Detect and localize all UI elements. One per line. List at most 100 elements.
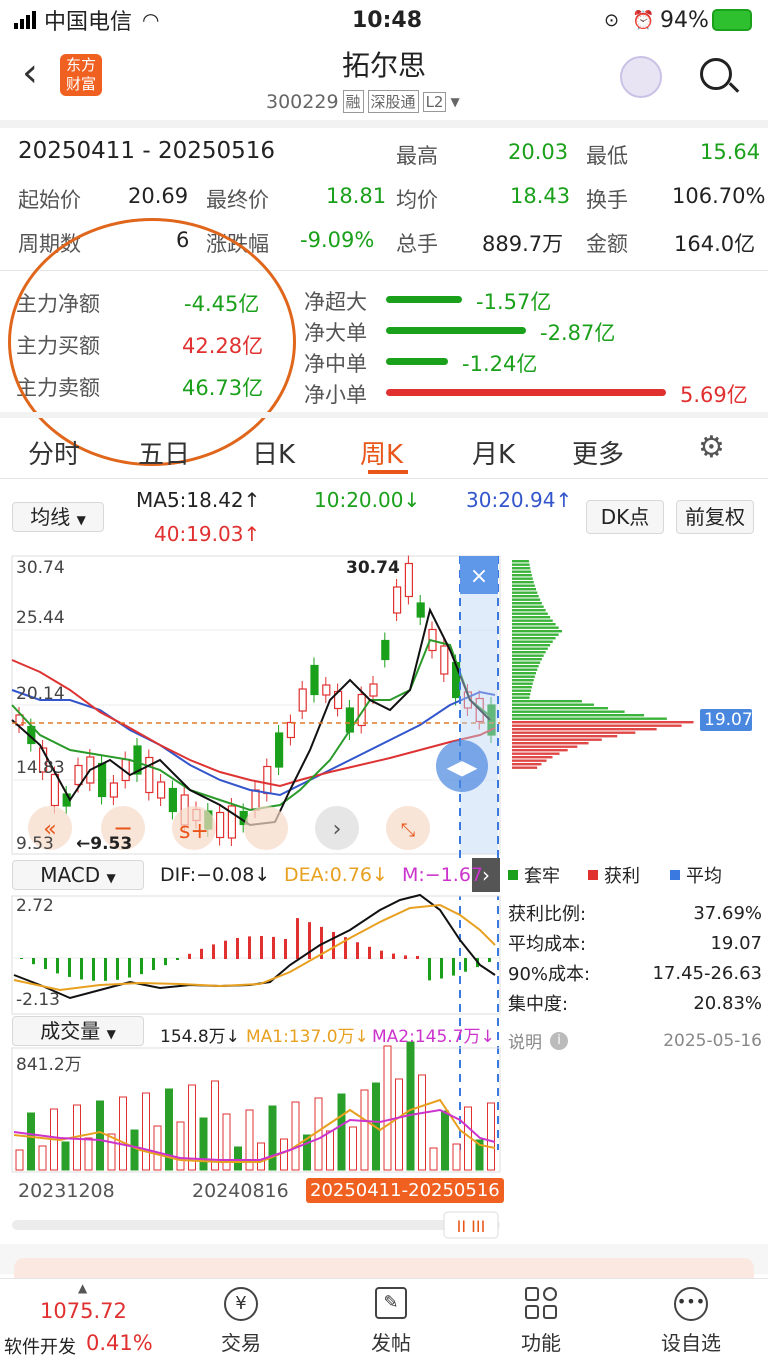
caret-down-icon: ▼: [450, 94, 460, 109]
index-name: 软件开发: [4, 1337, 76, 1358]
macd-bar: [80, 958, 83, 980]
volume-bar: [429, 1147, 438, 1171]
volume-bar: [234, 1146, 242, 1171]
chip-bar: [512, 619, 553, 622]
function-button[interactable]: 功能: [496, 1287, 586, 1356]
tab-day-k[interactable]: 日K: [252, 434, 295, 471]
stock-subtitle[interactable]: 300229 融 深股通 L2 ▼: [266, 90, 460, 113]
chip-bar: [512, 700, 582, 703]
tab-week-k[interactable]: 周K: [360, 434, 403, 471]
chip-bar: [512, 633, 559, 636]
chip-bar: [512, 675, 535, 678]
flow-bar: [386, 327, 526, 334]
macd-bar: [236, 937, 239, 959]
chip-bar: [512, 703, 594, 706]
candle: [381, 632, 390, 668]
settings-gear-icon[interactable]: ⚙: [698, 430, 725, 465]
chip-bar: [512, 693, 531, 696]
volume-bar: [96, 1100, 104, 1171]
post-button[interactable]: ✎ 发帖: [346, 1287, 436, 1356]
tab-five-day[interactable]: 五日: [138, 434, 190, 471]
volume-bar: [326, 1130, 334, 1171]
volume-bar: [257, 1142, 265, 1171]
chip-bar: [512, 658, 542, 661]
chip-bar: [512, 623, 556, 626]
dk-point-button[interactable]: DK点: [586, 500, 664, 534]
chevron-right-icon[interactable]: ›: [482, 863, 490, 887]
macd-m: M:−1.67: [402, 864, 484, 886]
volume-bar: [130, 1129, 139, 1171]
volume-bar: [406, 1041, 415, 1171]
volume-bar: [395, 1078, 403, 1171]
chip-bar: [512, 665, 539, 668]
volume-selector[interactable]: 成交量 ▼: [12, 1016, 144, 1046]
vol-ma2: MA2:145.7万↓: [372, 1027, 495, 1047]
chip-bar: [512, 567, 531, 570]
x-label-2: 20240816: [192, 1180, 289, 1202]
robot-avatar-icon[interactable]: [620, 56, 662, 98]
flow-bar-value: -1.24亿: [462, 352, 538, 376]
tab-more[interactable]: 更多: [572, 434, 624, 471]
x-label-1: 20231208: [18, 1180, 115, 1202]
tab-month-k[interactable]: 月K: [472, 434, 515, 471]
chip-bar: [512, 766, 538, 769]
chip-bar: [512, 728, 657, 731]
chip-bar: [512, 682, 533, 685]
chip-stat-row: 平均成本: 19.07: [508, 932, 762, 956]
index-change: 0.41%: [86, 1331, 153, 1355]
promo-banner[interactable]: [14, 1258, 754, 1280]
cost-tag: 19.07: [704, 710, 753, 730]
close-selection-icon[interactable]: ×: [470, 564, 488, 589]
chip-bar: [512, 672, 536, 675]
min-price-label: ←9.53: [76, 834, 133, 854]
chip-bar: [512, 654, 544, 657]
ma-selector[interactable]: 均线 ▼: [12, 502, 104, 532]
chip-bar: [512, 745, 578, 748]
candle: [263, 758, 272, 802]
chip-bar: [512, 588, 536, 591]
volume-bar: [360, 1089, 369, 1171]
index-value[interactable]: 1075.72: [40, 1299, 127, 1323]
period-tabs: 分时 五日 日K 周K 月K 更多 ⚙: [0, 420, 768, 476]
chip-bar: [512, 717, 667, 720]
candle: [168, 780, 177, 820]
candle: [416, 595, 425, 625]
macd-selector[interactable]: MACD ▼: [12, 860, 144, 890]
y-label-3: 20.14: [16, 684, 65, 704]
tab-timeshare[interactable]: 分时: [28, 434, 80, 471]
candle: [216, 804, 225, 846]
macd-bar: [260, 936, 263, 959]
chip-bar: [512, 756, 553, 759]
trade-button[interactable]: ¥ 交易: [196, 1287, 286, 1356]
macd-bar: [452, 958, 455, 976]
search-icon[interactable]: [700, 58, 732, 90]
macd-bar: [284, 938, 287, 959]
info-icon[interactable]: i: [550, 1031, 568, 1050]
adjust-button[interactable]: 前复权: [676, 500, 754, 534]
dif-line: [13, 893, 496, 1000]
back-step-button[interactable]: [244, 806, 288, 850]
chip-note[interactable]: 说明: [508, 1028, 542, 1053]
chip-bar: [512, 595, 539, 598]
volume-bar: [349, 1126, 357, 1171]
volume-bar: [61, 1141, 70, 1171]
y-label-4: 14.83: [16, 758, 65, 778]
flow-bar-label: 净小单: [304, 383, 367, 407]
macd-bar: [152, 958, 155, 970]
candle: [310, 657, 319, 703]
volume-bar: [107, 1133, 116, 1171]
macd-bar: [128, 958, 131, 978]
macd-dea: DEA:0.76↓: [284, 864, 388, 886]
chip-stat-row: 90%成本: 17.45-26.63: [508, 962, 762, 986]
battery-percent: 94%: [660, 7, 709, 33]
volume-bar: [383, 1045, 392, 1171]
tag-margin: 融: [342, 90, 364, 113]
chip-bar: [512, 630, 562, 633]
status-bar: 中国电信 ◠ 10:48 ⊙ ⏰ 94%: [0, 0, 768, 40]
chip-bar: [512, 689, 532, 692]
chip-bar: [512, 714, 645, 717]
macd-bar: [140, 958, 143, 975]
chip-stat-row: 获利比例: 37.69%: [508, 902, 762, 926]
chip-bar: [512, 721, 694, 724]
add-watchlist-button[interactable]: ••• 设自选: [646, 1287, 736, 1356]
